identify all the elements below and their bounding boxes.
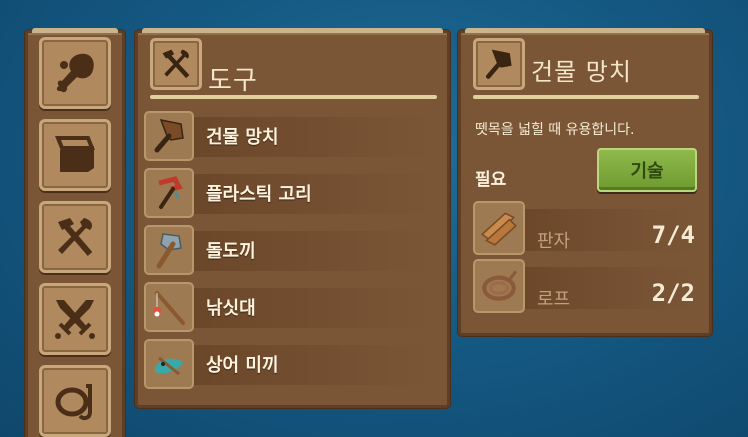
building-hammer-icon <box>154 118 184 153</box>
tool-item-label: 플라스틱 고리 <box>206 184 312 205</box>
tools-title-divider <box>150 95 437 99</box>
tools-panel: 도구 건물 망치 플라스틱 고리 돌도끼 낚싯대 상어 미끼 <box>135 28 450 408</box>
detail-title: 건물 망치 <box>531 58 632 86</box>
craft-button[interactable]: 기술 <box>597 148 697 192</box>
item-description: 뗏목을 넓힐 때 유용합니다. <box>475 122 635 138</box>
tool-item-plastic-hook[interactable]: 플라스틱 고리 <box>144 168 437 218</box>
tool-item-icon-frame <box>144 111 194 161</box>
requirement-icon-frame <box>473 201 525 255</box>
tool-item-fishing-rod[interactable]: 낚싯대 <box>144 282 437 332</box>
storage-box-icon <box>55 136 95 172</box>
detail-title-icon-frame <box>473 38 525 90</box>
requirement-row-planks: 판자 7/4 <box>473 201 699 255</box>
tools-hammer-shovel-icon <box>58 218 93 256</box>
shark-bait-icon <box>155 356 183 376</box>
requirement-row-rope: 로프 2/2 <box>473 259 699 313</box>
tool-item-icon-frame <box>144 225 194 275</box>
requirement-icon-frame <box>473 259 525 313</box>
requirements-label: 필요 <box>475 170 507 190</box>
tool-item-label: 낚싯대 <box>206 298 256 319</box>
category-food-button[interactable] <box>39 37 111 109</box>
tool-item-stone-axe[interactable]: 돌도끼 <box>144 225 437 275</box>
category-tools-button[interactable] <box>39 201 111 273</box>
snorkel-mask-icon <box>55 384 92 421</box>
crossed-swords-icon <box>55 300 95 339</box>
planks-icon <box>480 212 517 246</box>
tool-item-shark-bait[interactable]: 상어 미끼 <box>144 339 437 389</box>
hammer-axe-icon <box>162 49 190 79</box>
requirement-name: 판자 <box>537 231 571 252</box>
category-sidebar <box>25 28 125 437</box>
item-detail-panel: 건물 망치 뗏목을 넓힐 때 유용합니다. 필요 기술 판자 7/4 로프 2/… <box>458 28 712 336</box>
tool-item-icon-frame <box>144 282 194 332</box>
stone-axe-icon <box>156 233 182 269</box>
tools-title-icon-frame <box>150 38 202 90</box>
tools-title: 도구 <box>208 66 258 96</box>
plastic-hook-icon <box>158 176 183 209</box>
tool-item-icon-frame <box>144 168 194 218</box>
detail-header: 건물 망치 <box>473 38 699 93</box>
category-weapons-button[interactable] <box>39 283 111 355</box>
category-storage-button[interactable] <box>39 119 111 191</box>
rope-icon <box>482 270 518 301</box>
requirement-count: 7/4 <box>651 221 695 249</box>
tool-item-label: 돌도끼 <box>206 241 256 262</box>
requirement-name: 로프 <box>537 289 571 310</box>
category-equipment-button[interactable] <box>39 365 111 437</box>
tool-item-label: 건물 망치 <box>206 127 279 148</box>
tools-header: 도구 <box>150 38 437 96</box>
tool-item-building-hammer[interactable]: 건물 망치 <box>144 111 437 161</box>
tool-item-icon-frame <box>144 339 194 389</box>
meat-drumstick-icon <box>56 53 94 93</box>
building-hammer-icon <box>485 49 512 79</box>
requirement-count: 2/2 <box>651 279 695 307</box>
fishing-rod-icon <box>153 291 185 325</box>
tool-item-label: 상어 미끼 <box>206 355 279 376</box>
detail-title-divider <box>473 95 699 99</box>
